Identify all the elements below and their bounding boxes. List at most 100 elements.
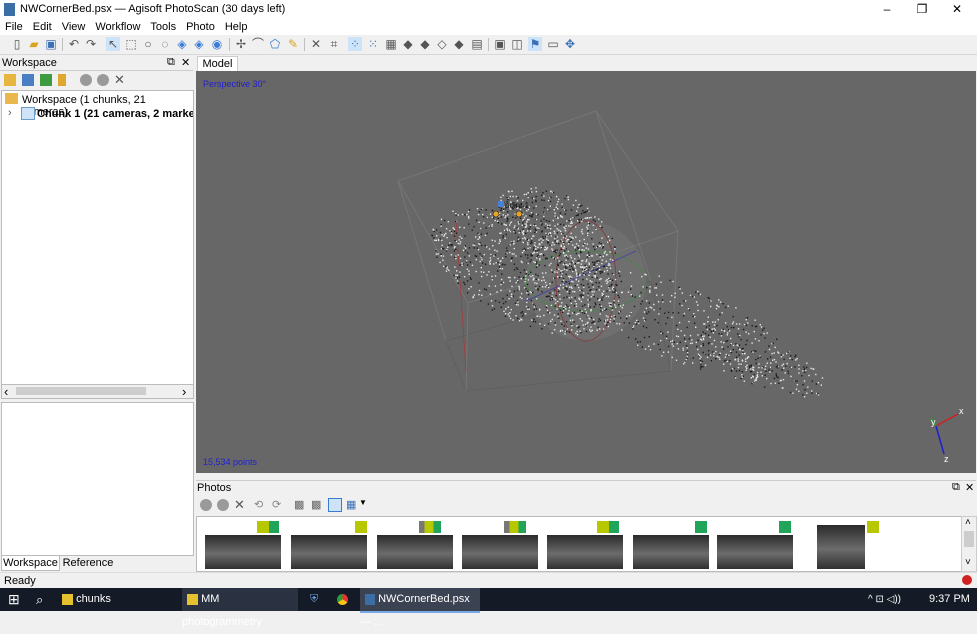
save-icon[interactable]: ▣ (44, 37, 58, 51)
add-marker-icon[interactable] (58, 74, 66, 86)
tab-model[interactable]: Model (197, 56, 238, 71)
redo-icon[interactable]: ↷ (84, 37, 98, 51)
show-shapes-icon[interactable]: ◫ (510, 37, 524, 51)
remove-cameras-icon[interactable]: ✕ (234, 497, 245, 513)
dense-cloud-icon[interactable]: ⁙ (366, 37, 380, 51)
add-photos-icon[interactable] (22, 74, 34, 86)
rotate-region-icon[interactable]: ◉ (210, 37, 224, 51)
menu-file[interactable]: File (0, 19, 28, 35)
close-pane-icon[interactable]: ✕ (181, 56, 190, 69)
cloud-point (643, 336, 646, 339)
menu-photo[interactable]: Photo (181, 19, 220, 35)
navigation-icon[interactable]: ↖ (106, 37, 120, 51)
draw-polygon-icon[interactable]: ⬠ (268, 37, 282, 51)
filter-by-marker-icon[interactable]: ▩ (294, 498, 304, 511)
tree-item-chunk[interactable]: Chunk 1 (21 cameras, 2 markers, 15,5 (37, 108, 193, 120)
scrollbar-thumb[interactable] (16, 387, 146, 395)
scroll-down-icon[interactable]: ˅ (965, 557, 971, 568)
remove-items-icon[interactable]: ✕ (114, 72, 125, 88)
minimize-button[interactable]: – (870, 0, 904, 19)
enable-icon[interactable] (80, 74, 92, 87)
add-folder-icon[interactable] (40, 74, 52, 86)
scroll-up-icon[interactable]: ˄ (965, 517, 971, 528)
rotate-left-icon[interactable]: ⟲ (254, 498, 263, 511)
show-region-icon[interactable]: ▭ (546, 37, 560, 51)
circle-selection-icon[interactable]: ○ (141, 37, 155, 51)
reset-filter-icon[interactable]: ▩ (311, 498, 321, 511)
dense-cloud-classes-icon[interactable]: ▦ (384, 37, 398, 51)
scroll-right-icon[interactable]: › (182, 384, 186, 399)
taskbar-item-chunks[interactable]: chunks (62, 588, 172, 611)
point-cloud-icon[interactable]: ⁘ (348, 37, 362, 51)
rotate-object-icon[interactable]: ⌒ (251, 37, 265, 51)
solid-model-icon[interactable]: ◆ (418, 37, 432, 51)
tab-reference[interactable]: Reference (62, 557, 114, 570)
photo-thumbnail[interactable] (633, 535, 709, 569)
rectangle-selection-icon[interactable]: ⬚ (124, 37, 138, 51)
photos-strip[interactable] (196, 516, 962, 572)
model-viewport[interactable]: Perspective 30° point 1 x y z 15,534 poi… (196, 71, 976, 473)
shield-app-icon[interactable]: ⛨ (310, 588, 324, 611)
menu-tools[interactable]: Tools (145, 19, 181, 35)
textured-model-icon[interactable]: ◆ (452, 37, 466, 51)
show-markers-icon[interactable]: ⚑ (528, 37, 542, 51)
cloud-point (525, 305, 528, 308)
wireframe-model-icon[interactable]: ◇ (435, 37, 449, 51)
menu-help[interactable]: Help (220, 19, 253, 35)
move-object-icon[interactable]: ✢ (234, 37, 248, 51)
maximize-button[interactable]: ❐ (905, 0, 939, 19)
photo-thumbnail[interactable] (462, 535, 538, 569)
menu-view[interactable]: View (57, 19, 91, 35)
free-form-selection-icon[interactable]: ◌ (158, 37, 172, 51)
undo-icon[interactable]: ↶ (67, 37, 81, 51)
workspace-horizontal-scrollbar[interactable]: ‹ › (1, 384, 194, 399)
view-mode-icon[interactable]: ▦ (346, 498, 356, 511)
taskbar-item-mm-photogrammetry[interactable]: MM photogrammetry (182, 588, 298, 628)
photo-thumbnail[interactable] (817, 525, 865, 569)
reset-view-icon[interactable]: ✥ (563, 37, 577, 51)
add-chunk-icon[interactable] (4, 74, 16, 86)
show-masks-icon[interactable] (328, 498, 342, 512)
photo-thumbnail[interactable] (377, 535, 453, 569)
photo-thumbnail[interactable] (205, 535, 281, 569)
delete-selection-icon[interactable]: ✕ (309, 37, 323, 51)
windows-start-icon[interactable]: ⊞ (8, 588, 24, 611)
cloud-point (565, 209, 567, 212)
menu-workflow[interactable]: Workflow (90, 19, 145, 35)
close-pane-icon[interactable]: ✕ (965, 481, 974, 494)
enable-cameras-icon[interactable] (200, 499, 212, 512)
show-cameras-icon[interactable]: ▣ (493, 37, 507, 51)
clock[interactable]: 9:37 PM (929, 588, 970, 611)
photo-thumbnail[interactable] (547, 535, 623, 569)
system-tray[interactable]: ^ ⊡ ◁)) (868, 588, 901, 611)
shaded-model-icon[interactable]: ◆ (401, 37, 415, 51)
resize-region-icon[interactable]: ◈ (175, 37, 189, 51)
scrollbar-thumb[interactable] (964, 531, 974, 547)
disable-icon[interactable] (97, 74, 109, 87)
ruler-icon[interactable]: ✎ (286, 37, 300, 51)
tiled-model-icon[interactable]: ▤ (470, 37, 484, 51)
marker-1[interactable] (492, 210, 500, 218)
new-icon[interactable]: ▯ (10, 37, 24, 51)
photo-thumbnail[interactable] (291, 535, 367, 569)
notification-icon[interactable] (962, 575, 972, 585)
photos-vertical-scrollbar[interactable]: ˄ ˅ (961, 516, 977, 572)
crop-selection-icon[interactable]: ⌗ (327, 37, 341, 51)
photo-thumbnail[interactable] (717, 535, 793, 569)
chevron-right-icon[interactable]: › (8, 107, 12, 119)
tab-workspace[interactable]: Workspace (1, 556, 60, 571)
menu-edit[interactable]: Edit (28, 19, 57, 35)
search-icon[interactable]: ⌕ (36, 588, 43, 611)
move-region-icon[interactable]: ◈ (192, 37, 206, 51)
scroll-left-icon[interactable]: ‹ (4, 384, 8, 399)
chrome-icon[interactable] (337, 588, 351, 611)
open-icon[interactable]: ▰ (27, 37, 41, 51)
rotate-right-icon[interactable]: ⟳ (272, 498, 281, 511)
taskbar-item-photoscan[interactable]: NWCornerBed.psx — ... (360, 588, 480, 628)
float-pane-icon[interactable]: ⧉ (167, 56, 175, 69)
close-button[interactable]: ✕ (940, 0, 974, 19)
marker-2[interactable] (515, 210, 523, 218)
float-pane-icon[interactable]: ⧉ (952, 481, 960, 494)
chevron-down-icon[interactable]: ▼ (359, 498, 367, 507)
disable-cameras-icon[interactable] (217, 499, 229, 512)
